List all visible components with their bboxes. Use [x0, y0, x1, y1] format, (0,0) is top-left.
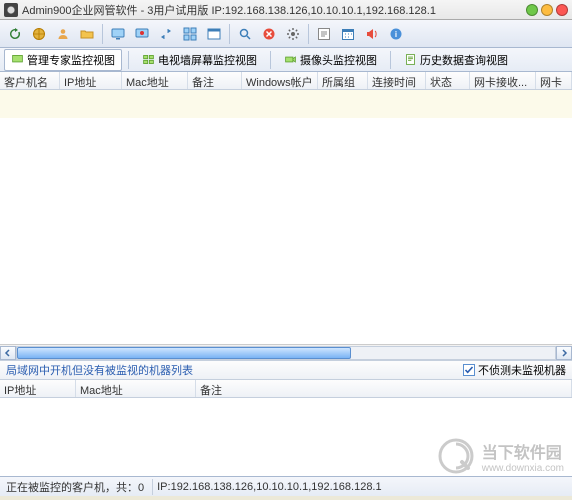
svg-text:i: i: [395, 30, 397, 39]
minimize-button[interactable]: [526, 4, 538, 16]
bottom-panel-title: 局域网中开机但没有被监视的机器列表: [6, 362, 193, 378]
calendar-button[interactable]: [337, 23, 359, 45]
col-note[interactable]: 备注: [188, 72, 242, 89]
window-button[interactable]: [203, 23, 225, 45]
checkbox-label: 不侦测未监视机器: [478, 362, 566, 378]
grid-button[interactable]: [179, 23, 201, 45]
no-detect-checkbox[interactable]: 不侦测未监视机器: [463, 362, 566, 378]
delete-button[interactable]: [258, 23, 280, 45]
toolbar: i: [0, 20, 572, 48]
tab-history-query[interactable]: 历史数据查询视图: [397, 49, 515, 71]
tab-label: 摄像头监控视图: [300, 52, 377, 68]
tab-label: 电视墙屏幕监控视图: [158, 52, 257, 68]
statusbar: 正在被监控的客户机，共：0 IP:192.168.138.126,10.10.1…: [0, 476, 572, 496]
titlebar: Admin900企业网管软件 - 3用户试用版 IP:192.168.138.1…: [0, 0, 572, 20]
settings-button[interactable]: [282, 23, 304, 45]
broadcast-button[interactable]: [361, 23, 383, 45]
tabstrip: 管理专家监控视图 电视墙屏幕监控视图 摄像头监控视图 历史数据查询视图: [0, 48, 572, 72]
col-group[interactable]: 所属组: [318, 72, 368, 89]
top-column-header: 客户机名 IP地址 Mac地址 备注 Windows帐户 所属组 连接时间 状态…: [0, 72, 572, 90]
col-winuser[interactable]: Windows帐户: [242, 72, 318, 89]
search-button[interactable]: [234, 23, 256, 45]
info-button[interactable]: i: [385, 23, 407, 45]
tab-expert-monitor[interactable]: 管理专家监控视图: [4, 49, 122, 71]
toolbar-separator: [102, 24, 103, 44]
tab-separator: [390, 51, 391, 69]
checkbox-icon: [463, 364, 475, 376]
globe-button[interactable]: [28, 23, 50, 45]
tab-label: 历史数据查询视图: [420, 52, 508, 68]
grid-highlight-row: [0, 90, 572, 118]
col-b-mac[interactable]: Mac地址: [76, 380, 196, 397]
app-icon: [4, 3, 18, 17]
tab-tvwall-monitor[interactable]: 电视墙屏幕监控视图: [135, 49, 264, 71]
scroll-thumb[interactable]: [17, 347, 351, 359]
text-button[interactable]: [313, 23, 335, 45]
history-icon: [404, 53, 417, 66]
status-ips: IP:192.168.138.126,10.10.10.1,192.168.12…: [157, 481, 381, 493]
screens-icon: [142, 53, 155, 66]
scroll-right-button[interactable]: [556, 346, 572, 360]
col-nic[interactable]: 网卡: [536, 72, 572, 89]
col-b-note[interactable]: 备注: [196, 380, 572, 397]
monitor-button[interactable]: [107, 23, 129, 45]
scroll-left-button[interactable]: [0, 346, 16, 360]
col-nic-recv[interactable]: 网卡接收...: [470, 72, 536, 89]
tab-separator: [270, 51, 271, 69]
bottom-panel-header: 局域网中开机但没有被监视的机器列表 不侦测未监视机器: [0, 360, 572, 380]
maximize-button[interactable]: [541, 4, 553, 16]
window-title: Admin900企业网管软件 - 3用户试用版 IP:192.168.138.1…: [22, 2, 526, 18]
col-client-name[interactable]: 客户机名: [0, 72, 60, 89]
monitor-icon: [11, 53, 24, 66]
sync-button[interactable]: [155, 23, 177, 45]
col-conn-time[interactable]: 连接时间: [368, 72, 426, 89]
bottom-column-header: IP地址 Mac地址 备注: [0, 380, 572, 398]
col-b-ip[interactable]: IP地址: [0, 380, 76, 397]
refresh-button[interactable]: [4, 23, 26, 45]
unmonitored-grid[interactable]: [0, 398, 572, 476]
toolbar-separator: [308, 24, 309, 44]
col-ip[interactable]: IP地址: [60, 72, 122, 89]
tab-camera-monitor[interactable]: 摄像头监控视图: [277, 49, 384, 71]
user-button[interactable]: [52, 23, 74, 45]
record-button[interactable]: [131, 23, 153, 45]
col-mac[interactable]: Mac地址: [122, 72, 188, 89]
scroll-track[interactable]: [16, 346, 556, 360]
toolbar-separator: [229, 24, 230, 44]
camera-icon: [284, 53, 297, 66]
close-button[interactable]: [556, 4, 568, 16]
col-status[interactable]: 状态: [426, 72, 470, 89]
tab-separator: [128, 51, 129, 69]
client-grid[interactable]: [0, 90, 572, 344]
horizontal-scrollbar[interactable]: [0, 344, 572, 360]
folder-button[interactable]: [76, 23, 98, 45]
tab-label: 管理专家监控视图: [27, 52, 115, 68]
status-text: 正在被监控的客户机，共：0: [6, 479, 153, 495]
